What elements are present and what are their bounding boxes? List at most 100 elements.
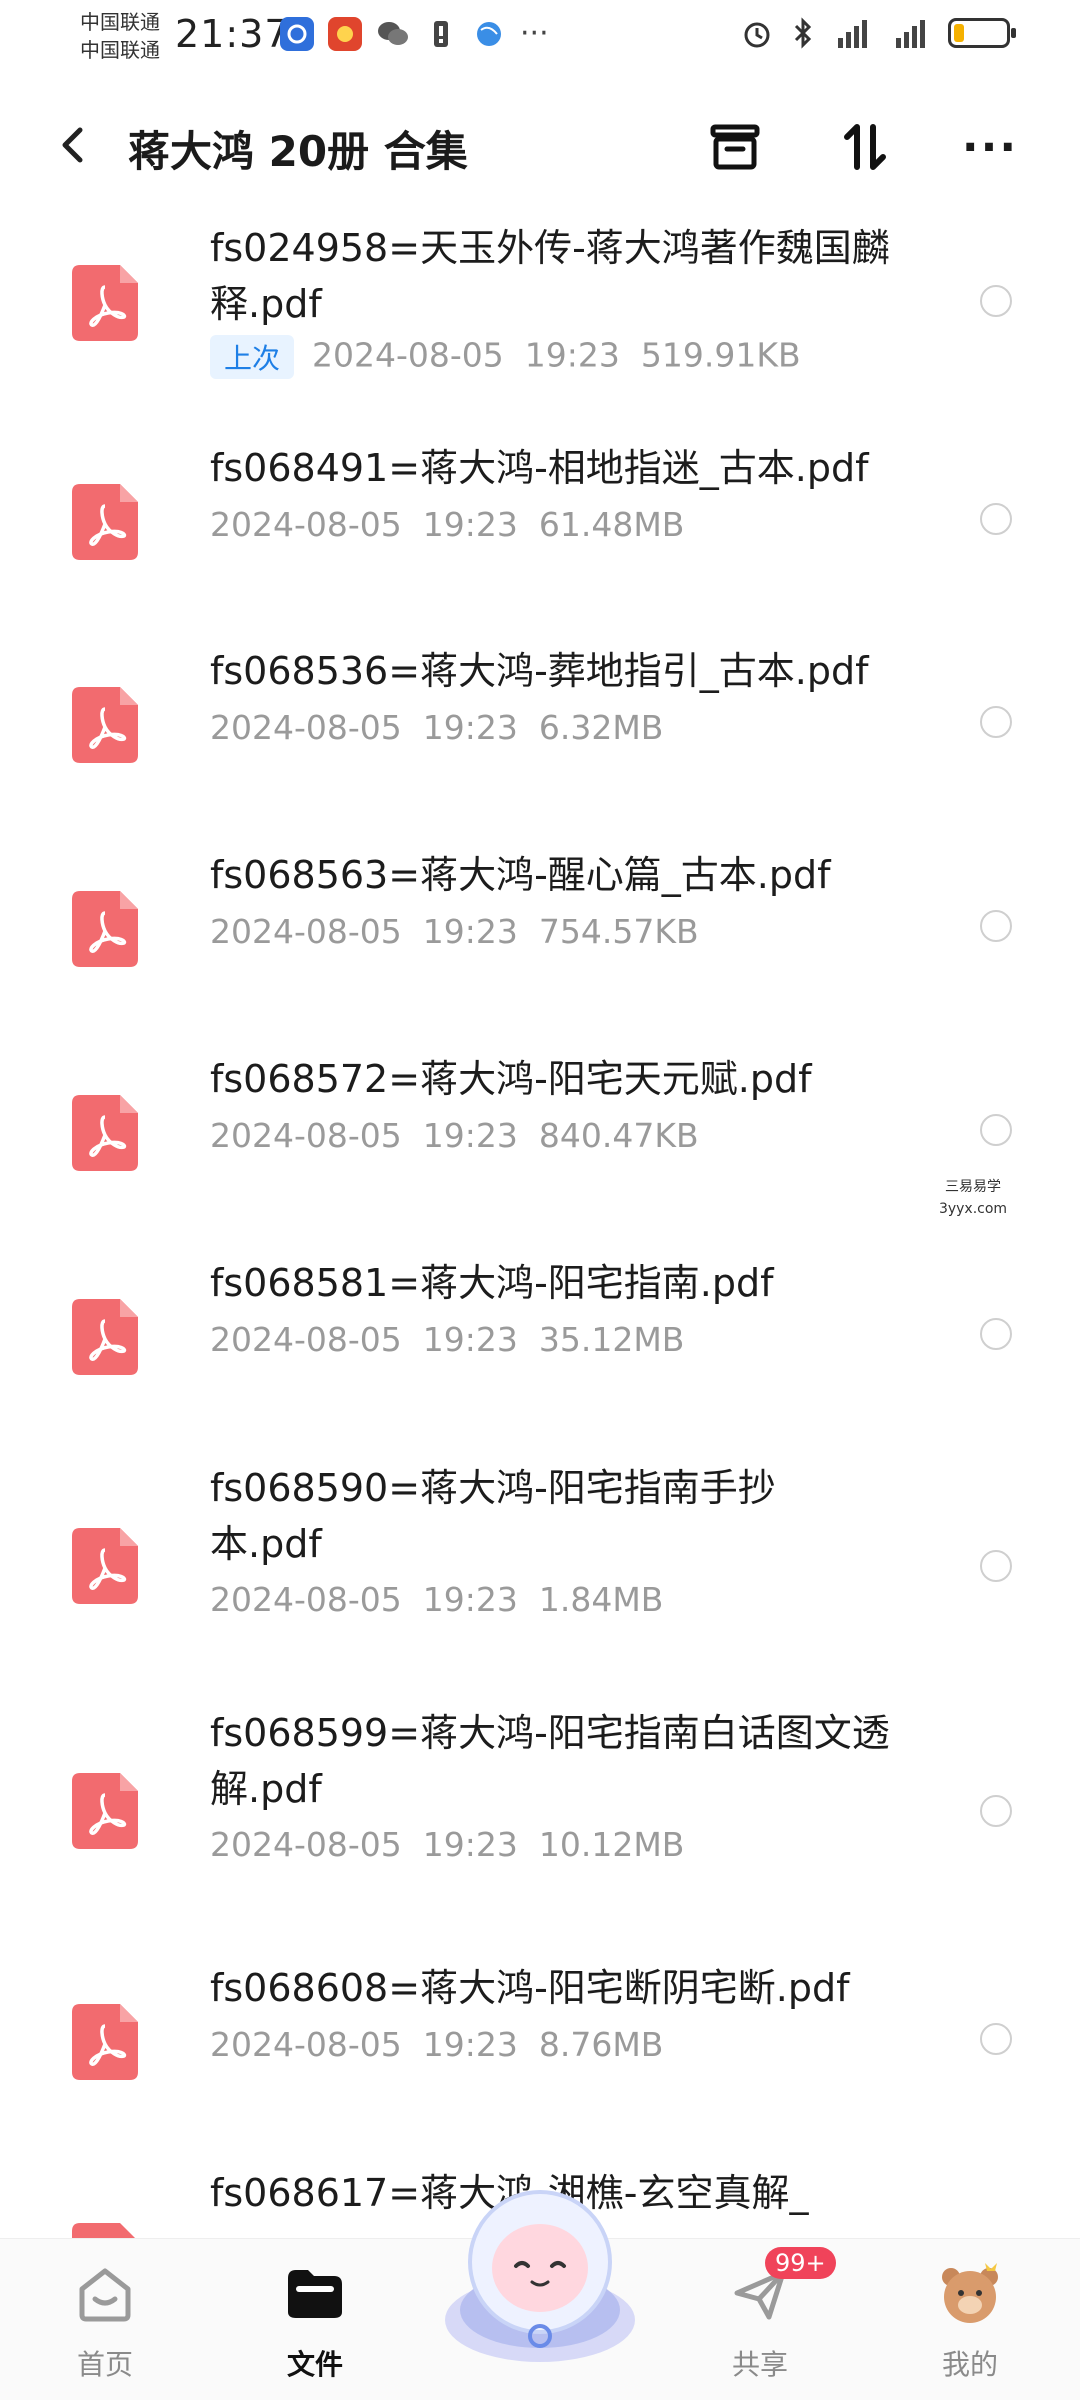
- select-radio[interactable]: [980, 1114, 1012, 1146]
- sort-button[interactable]: [830, 112, 900, 182]
- file-item[interactable]: fs068572=蒋大鸿-阳宅天元赋.pdf 2024-08-05 19:23 …: [0, 1057, 1080, 1251]
- sort-icon: [844, 124, 886, 170]
- file-date: 2024-08-05: [210, 1580, 402, 1619]
- back-button[interactable]: [50, 120, 100, 170]
- pdf-file-icon: [72, 265, 138, 341]
- nav-share[interactable]: 99+ 共享: [690, 2247, 836, 2383]
- mascot-assistant-button[interactable]: [430, 2170, 650, 2370]
- nav-home[interactable]: 首页: [35, 2259, 175, 2383]
- browser-icon: [472, 17, 506, 51]
- alarm-icon: [744, 22, 770, 48]
- file-size: 35.12MB: [538, 1320, 685, 1359]
- file-name: fs068572=蒋大鸿-阳宅天元赋.pdf: [210, 1057, 812, 1101]
- file-time: 19:23: [422, 1320, 518, 1359]
- select-mode-button[interactable]: [700, 112, 770, 182]
- select-radio[interactable]: [980, 503, 1012, 535]
- file-name: fs068590=蒋大鸿-阳宅指南手抄本.pdf: [210, 1466, 776, 1566]
- file-date: 2024-08-05: [312, 335, 504, 375]
- file-item[interactable]: fs068563=蒋大鸿-醒心篇_古本.pdf 2024-08-05 19:23…: [0, 853, 1080, 1047]
- carrier-2: 中国联通: [80, 38, 160, 62]
- file-date: 2024-08-05: [210, 1116, 402, 1155]
- file-name: fs068491=蒋大鸿-相地指迷_古本.pdf: [210, 446, 869, 490]
- file-name: fs068581=蒋大鸿-阳宅指南.pdf: [210, 1261, 774, 1305]
- pdf-file-icon: [72, 484, 138, 560]
- nav-share-label: 共享: [731, 2348, 788, 2381]
- watermark-title: 三易易学: [945, 1179, 1001, 1195]
- file-meta: 2024-08-05 19:23 754.57KB: [210, 912, 699, 951]
- file-size: 61.48MB: [538, 505, 685, 544]
- status-bar: 中国联通 中国联通 21:37 ···: [0, 0, 1080, 75]
- file-date: 2024-08-05: [210, 1825, 402, 1864]
- battery-icon: [948, 18, 1016, 48]
- file-time: 19:23: [422, 708, 518, 747]
- file-size: 10.12MB: [538, 1825, 685, 1864]
- file-item[interactable]: fs068608=蒋大鸿-阳宅断阴宅断.pdf 2024-08-05 19:23…: [0, 1966, 1080, 2160]
- home-icon: [70, 2259, 140, 2329]
- signal-4g-icon: [838, 20, 867, 48]
- select-radio[interactable]: [980, 1318, 1012, 1350]
- back-arrow-icon: [62, 127, 83, 163]
- file-item[interactable]: fs068599=蒋大鸿-阳宅指南白话图文透解.pdf 2024-08-05 1…: [0, 1711, 1080, 1945]
- archive-box-icon: [710, 124, 760, 170]
- carrier-info: 中国联通 中国联通: [80, 8, 160, 64]
- file-time: 19:23: [422, 2025, 518, 2064]
- select-radio[interactable]: [980, 285, 1012, 317]
- alert-icon: [424, 17, 458, 51]
- file-size: 1.84MB: [538, 1580, 664, 1619]
- more-options-button[interactable]: ···: [955, 112, 1025, 182]
- pdf-file-icon: [72, 1095, 138, 1171]
- bear-avatar-icon: [935, 2259, 1005, 2329]
- file-name: fs024958=天玉外传-蒋大鸿著作魏国麟释.pdf: [210, 226, 890, 326]
- file-time: 19:23: [422, 912, 518, 951]
- file-item[interactable]: fs068581=蒋大鸿-阳宅指南.pdf 2024-08-05 19:23 3…: [0, 1261, 1080, 1455]
- file-item[interactable]: fs068491=蒋大鸿-相地指迷_古本.pdf 2024-08-05 19:2…: [0, 446, 1080, 640]
- file-item[interactable]: fs068590=蒋大鸿-阳宅指南手抄本.pdf 2024-08-05 19:2…: [0, 1466, 1080, 1700]
- watermark-url: 3yyx.com: [938, 1201, 1008, 1217]
- nav-files[interactable]: 文件: [245, 2259, 385, 2383]
- pdf-file-icon: [72, 2004, 138, 2080]
- file-date: 2024-08-05: [210, 1320, 402, 1359]
- file-item[interactable]: fs068536=蒋大鸿-葬地指引_古本.pdf 2024-08-05 19:2…: [0, 649, 1080, 843]
- page-title: 蒋大鸿 20册 合集: [128, 127, 468, 176]
- carrier-1: 中国联通: [80, 10, 160, 34]
- file-size: 754.57KB: [538, 912, 699, 951]
- select-radio[interactable]: [980, 1550, 1012, 1582]
- pdf-file-icon: [72, 891, 138, 967]
- select-radio[interactable]: [980, 706, 1012, 738]
- file-meta: 上次 2024-08-05 19:23 519.91KB: [210, 335, 801, 379]
- file-time: 19:23: [422, 1116, 518, 1155]
- file-size: 840.47KB: [538, 1116, 699, 1155]
- watermark: 三易易学 3yyx.com: [918, 1176, 1028, 1220]
- select-radio[interactable]: [980, 910, 1012, 942]
- file-meta: 2024-08-05 19:23 6.32MB: [210, 708, 663, 747]
- select-radio[interactable]: [980, 1795, 1012, 1827]
- file-meta: 2024-08-05 19:23 35.12MB: [210, 1320, 684, 1359]
- file-time: 19:23: [524, 335, 620, 375]
- nav-home-label: 首页: [76, 2348, 133, 2381]
- nav-mine[interactable]: 我的: [900, 2259, 1040, 2383]
- file-name: fs068608=蒋大鸿-阳宅断阴宅断.pdf: [210, 1966, 850, 2010]
- file-time: 19:23: [422, 505, 518, 544]
- app-notification-icon: [280, 16, 314, 51]
- header: 蒋大鸿 20册 合集 ···: [0, 100, 1080, 190]
- select-radio[interactable]: [980, 2023, 1012, 2055]
- file-name: fs068599=蒋大鸿-阳宅指南白话图文透解.pdf: [210, 1711, 890, 1811]
- file-time: 19:23: [422, 1825, 518, 1864]
- clock: 21:37: [175, 12, 290, 56]
- share-badge: 99+: [765, 2247, 836, 2279]
- more-notifications-icon: ···: [520, 16, 549, 51]
- last-opened-badge: 上次: [210, 335, 295, 379]
- file-item[interactable]: fs024958=天玉外传-蒋大鸿著作魏国麟释.pdf 上次 2024-08-05…: [0, 205, 1080, 405]
- wechat-icon: [376, 17, 410, 51]
- file-meta: 2024-08-05 19:23 10.12MB: [210, 1825, 684, 1864]
- pdf-file-icon: [72, 1299, 138, 1375]
- file-time: 19:23: [422, 1580, 518, 1619]
- file-size: 6.32MB: [538, 708, 664, 747]
- pdf-file-icon: [72, 1773, 138, 1849]
- file-meta: 2024-08-05 19:23 61.48MB: [210, 505, 684, 544]
- file-meta: 2024-08-05 19:23 1.84MB: [210, 1580, 663, 1619]
- bluetooth-icon: [794, 17, 812, 49]
- nav-mine-label: 我的: [941, 2348, 998, 2381]
- system-icons: [740, 16, 1016, 50]
- file-date: 2024-08-05: [210, 505, 402, 544]
